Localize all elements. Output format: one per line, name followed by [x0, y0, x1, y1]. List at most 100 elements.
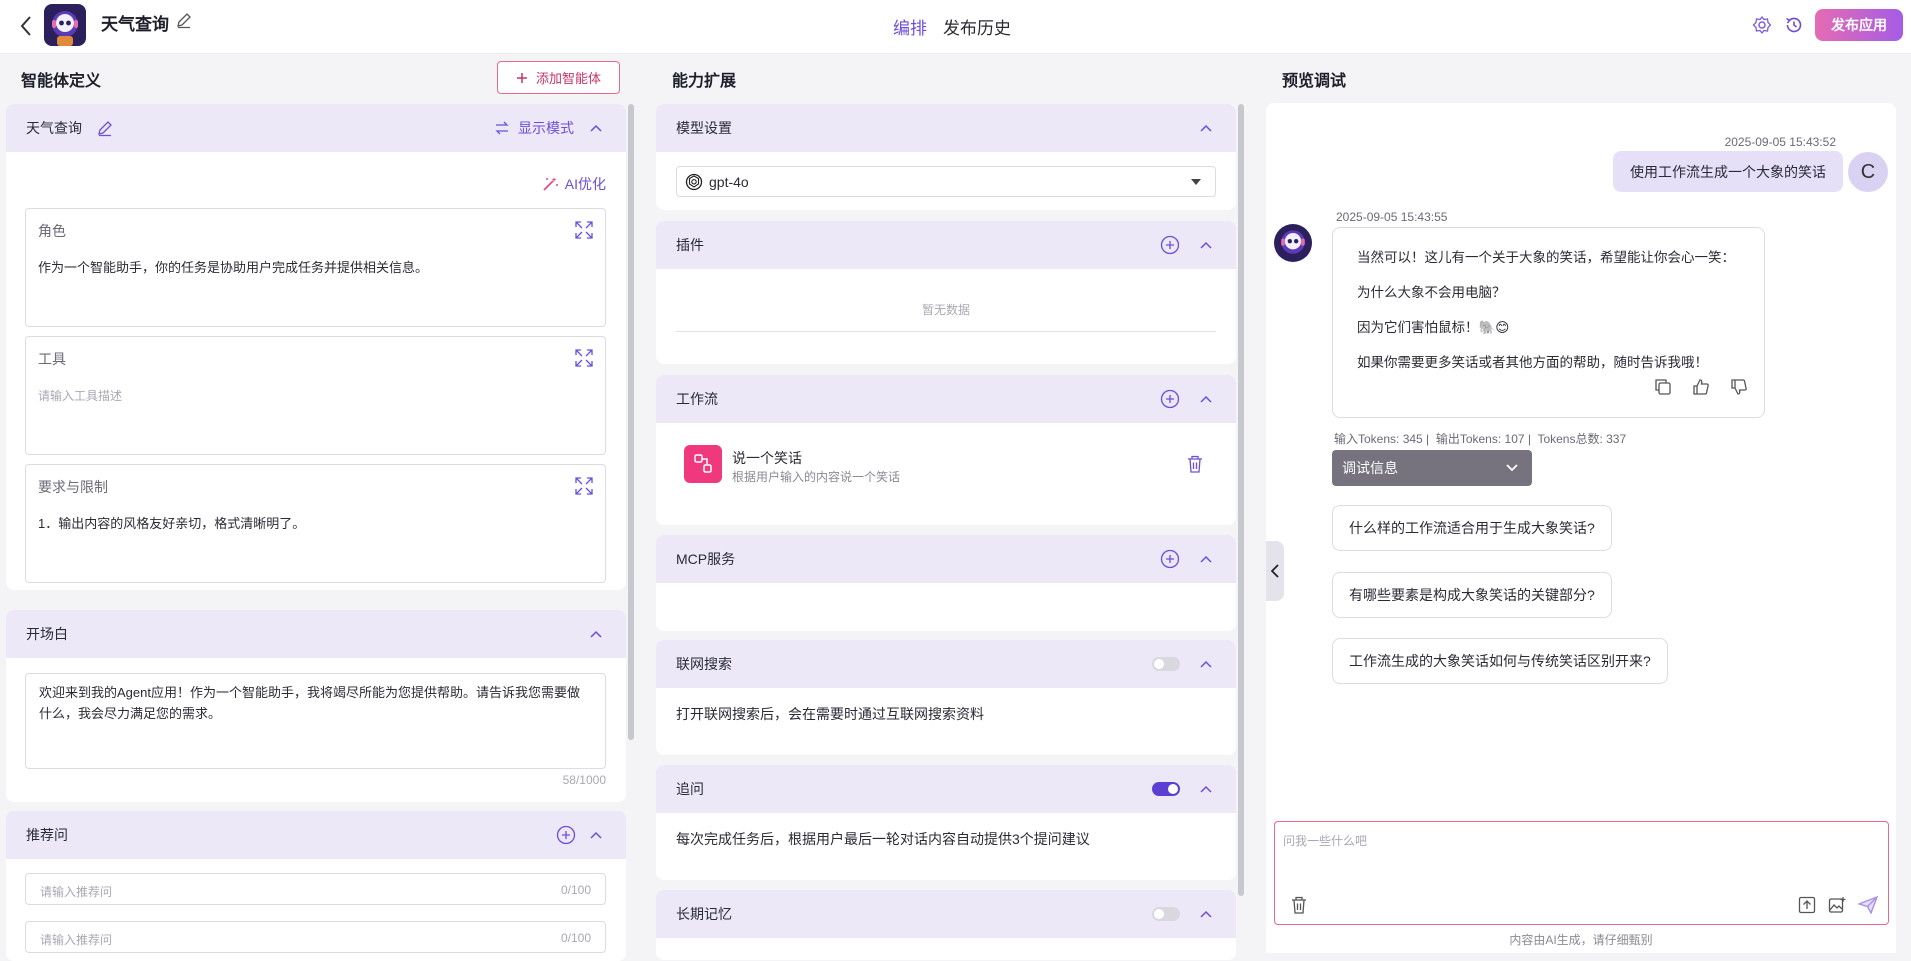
model-header: 模型设置 [656, 104, 1236, 152]
constraints-label: 要求与限制 [38, 479, 108, 495]
chevron-up-icon[interactable] [1198, 551, 1214, 567]
add-circle-icon[interactable] [1160, 235, 1180, 255]
chevron-up-icon[interactable] [1198, 656, 1214, 672]
suggest-header: 推荐问 [6, 811, 626, 859]
role-value: 作为一个智能助手，你的任务是协助用户完成任务并提供相关信息。 [38, 260, 429, 275]
ai-disclaimer: 内容由AI生成，请仔细甄别 [1509, 933, 1653, 947]
long-memory-header: 长期记忆 [656, 890, 1236, 938]
copy-icon[interactable] [1654, 378, 1672, 396]
follow-up-toggle[interactable] [1152, 782, 1180, 796]
chevron-up-icon[interactable] [588, 827, 604, 843]
upload-image-icon[interactable] [1828, 896, 1846, 914]
upload-file-icon[interactable] [1798, 896, 1816, 914]
ai-optimize-button[interactable]: AI优化 [541, 174, 606, 194]
web-search-header: 联网搜索 [656, 640, 1236, 688]
web-search-panel: 联网搜索 打开联网搜索后，会在需要时通过互联网搜索资料 [656, 640, 1236, 755]
tools-label: 工具 [38, 351, 66, 367]
bot-msg-line: 因为它们害怕鼠标！🐘😊 [1357, 320, 1510, 335]
suggestion-chip[interactable]: 什么样的工作流适合用于生成大象笑话? [1332, 505, 1612, 551]
thumbs-down-icon[interactable] [1730, 378, 1748, 396]
collapse-panel-handle[interactable] [1266, 541, 1284, 601]
workflow-panel: 工作流 说一个笑话 根据用户输入的内容说一个笑话 [656, 375, 1236, 525]
long-memory-toggle[interactable] [1152, 907, 1180, 921]
chevron-up-icon[interactable] [588, 120, 604, 136]
suggest-input-placeholder: 请输入推荐问 [40, 933, 113, 947]
app-avatar [44, 4, 86, 46]
expand-icon[interactable] [575, 349, 593, 367]
caret-down-icon [1191, 179, 1201, 185]
chevron-up-icon[interactable] [1198, 781, 1214, 797]
opening-counter: 58/1000 [562, 773, 606, 787]
debug-info-label: 调试信息 [1342, 460, 1398, 476]
workflow-icon [684, 445, 722, 483]
bot-msg-line: 为什么大象不会用电脑？ [1357, 285, 1506, 300]
top-bar: 天气查询 编排 发布历史 发布应用 [0, 0, 1911, 54]
expand-icon[interactable] [575, 221, 593, 239]
agent-definition-title: 智能体定义 [21, 73, 102, 90]
suggest-input[interactable]: 请输入推荐问 0/100 [25, 921, 606, 953]
constraints-field[interactable]: 要求与限制 1．输出内容的风格友好亲切，格式清晰明了。 [25, 464, 606, 583]
chevron-up-icon[interactable] [1198, 906, 1214, 922]
model-title: 模型设置 [676, 120, 732, 136]
web-search-toggle[interactable] [1152, 657, 1180, 671]
suggestion-chip[interactable]: 有哪些要素是构成大象笑话的关键部分? [1332, 572, 1612, 618]
tab-orchestrate[interactable]: 编排 [893, 14, 927, 39]
chevron-up-icon[interactable] [1198, 120, 1214, 136]
swap-icon [495, 121, 509, 135]
model-select[interactable]: gpt-4o [676, 166, 1216, 197]
settings-icon[interactable] [1751, 14, 1773, 36]
suggest-input[interactable]: 请输入推荐问 0/100 [25, 873, 606, 905]
role-field[interactable]: 角色 作为一个智能助手，你的任务是协助用户完成任务并提供相关信息。 [25, 208, 606, 327]
suggestion-text: 有哪些要素是构成大象笑话的关键部分? [1349, 587, 1595, 603]
publish-button[interactable]: 发布应用 [1815, 9, 1903, 41]
expand-icon[interactable] [575, 477, 593, 495]
display-mode-label: 显示模式 [518, 120, 574, 136]
suggestion-text: 什么样的工作流适合用于生成大象笑话? [1349, 520, 1595, 536]
back-button[interactable] [12, 12, 40, 40]
send-icon[interactable] [1858, 896, 1878, 914]
preview-panel: 2025-09-05 15:43:52 使用工作流生成一个大象的笑话 C 202… [1266, 103, 1896, 953]
agent-name: 天气查询 [26, 120, 82, 136]
history-icon[interactable] [1783, 14, 1805, 36]
edit-title-icon[interactable] [175, 11, 193, 29]
edit-agent-icon[interactable] [96, 119, 114, 137]
bot-message: 当然可以！这儿有一个关于大象的笑话，希望能让你会心一笑： 为什么大象不会用电脑？… [1332, 227, 1765, 418]
clear-trash-icon[interactable] [1291, 896, 1307, 914]
add-agent-button[interactable]: 添加智能体 [497, 61, 620, 94]
add-circle-icon[interactable] [1160, 389, 1180, 409]
suggestion-chip[interactable]: 工作流生成的大象笑话如何与传统笑话区别开来? [1332, 638, 1668, 684]
chat-input-actions [1798, 896, 1878, 914]
chevron-up-icon[interactable] [1198, 237, 1214, 253]
tools-field[interactable]: 工具 请输入工具描述 [25, 336, 606, 455]
middle-scrollbar[interactable] [1238, 104, 1244, 896]
chevron-up-icon[interactable] [1198, 391, 1214, 407]
plugin-title: 插件 [676, 237, 704, 253]
debug-info-dropdown[interactable]: 调试信息 [1332, 450, 1532, 486]
openai-icon [685, 173, 703, 191]
ai-optimize-label: AI优化 [564, 176, 606, 192]
add-circle-icon[interactable] [556, 825, 576, 845]
chevron-down-icon [1506, 464, 1518, 472]
chevron-up-icon[interactable] [588, 626, 604, 642]
bot-msg-line: 当然可以！这儿有一个关于大象的笑话，希望能让你会心一笑： [1357, 250, 1735, 265]
opening-textarea[interactable]: 欢迎来到我的Agent应用！作为一个智能助手，我将竭尽所能为您提供帮助。请告诉我… [25, 673, 606, 769]
follow-up-title: 追问 [676, 781, 704, 797]
web-search-title: 联网搜索 [676, 656, 732, 672]
workflow-header: 工作流 [656, 375, 1236, 423]
user-avatar: C [1848, 152, 1888, 192]
opening-title: 开场白 [26, 626, 68, 642]
thumbs-up-icon[interactable] [1692, 378, 1710, 396]
display-mode-toggle[interactable]: 显示模式 [494, 118, 604, 138]
tab-publish-history[interactable]: 发布历史 [943, 14, 1011, 39]
bot-msg-body: 当然可以！这儿有一个关于大象的笑话，希望能让你会心一笑： 为什么大象不会用电脑？… [1357, 240, 1735, 380]
add-circle-icon[interactable] [1160, 549, 1180, 569]
bot-msg-time: 2025-09-05 15:43:55 [1336, 210, 1448, 224]
workflow-title: 工作流 [676, 391, 718, 407]
opening-panel: 开场白 欢迎来到我的Agent应用！作为一个智能助手，我将竭尽所能为您提供帮助。… [6, 610, 626, 802]
chat-input[interactable]: 问我一些什么吧 [1274, 821, 1889, 925]
trash-icon[interactable] [1187, 455, 1203, 473]
suggest-input-counter: 0/100 [560, 931, 591, 945]
left-scrollbar[interactable] [628, 104, 634, 740]
suggest-panel: 推荐问 请输入推荐问 0/100 请输入推荐问 0/100 [6, 811, 626, 961]
suggest-input-placeholder: 请输入推荐问 [40, 885, 113, 899]
